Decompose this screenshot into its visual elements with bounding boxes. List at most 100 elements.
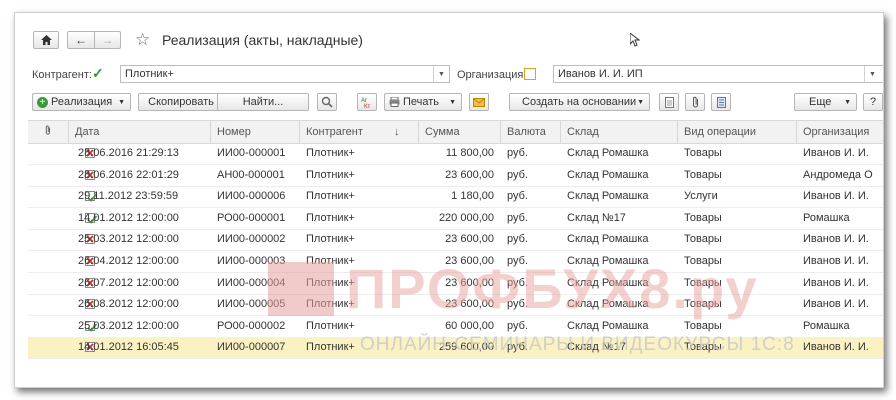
cell-sum: 23 600,00 bbox=[445, 298, 494, 311]
table-row[interactable]: 26.07.2012 12:00:00 ИИ00-000004 Плотник+ 23… bbox=[28, 273, 883, 295]
chevron-down-icon[interactable]: ▼ bbox=[433, 66, 449, 82]
report-button[interactable] bbox=[659, 93, 679, 111]
cell-org: Иванов И. И. bbox=[803, 255, 869, 267]
table-row[interactable]: 28.06.2016 22:01:29 АН00-000001 Плотник+ 23… bbox=[28, 165, 883, 187]
organization-label: Организация: bbox=[457, 69, 527, 81]
chevron-down-icon[interactable]: ▼ bbox=[864, 66, 880, 82]
print-button[interactable]: Печать ▼ bbox=[384, 93, 462, 111]
svg-text:Кт: Кт bbox=[364, 104, 370, 109]
realization-button[interactable]: + Реализация ▼ bbox=[32, 93, 131, 111]
table-row[interactable]: 26.04.2012 12:00:00 ИИ00-000003 Плотник+ 23… bbox=[28, 251, 883, 273]
column-header-warehouse[interactable]: Склад bbox=[560, 121, 677, 143]
counterparty-value: Плотник+ bbox=[125, 68, 174, 80]
cell-date: 26.07.2012 12:00:00 bbox=[78, 276, 179, 289]
cancel-search-button[interactable] bbox=[317, 93, 337, 111]
find-button[interactable]: Найти... bbox=[217, 93, 309, 111]
column-header-sum[interactable]: Сумма bbox=[418, 121, 500, 143]
cell-number: ИИ00-000001 bbox=[217, 147, 286, 159]
create-based-button[interactable]: Создать на основании ▼ bbox=[509, 93, 650, 111]
cell-org: Иванов И. И. bbox=[803, 298, 869, 311]
table-row[interactable]: 25.03.2012 12:00:00 ИИ00-000002 Плотник+ 23… bbox=[28, 229, 883, 252]
cell-currency: руб. bbox=[507, 233, 528, 246]
more-button[interactable]: Еще ▼ bbox=[794, 93, 857, 111]
create-based-label: Создать на основании bbox=[522, 96, 637, 108]
cell-operation: Товары bbox=[684, 147, 722, 159]
table-row[interactable]: 29.11.2012 23:59:59 ИИ00-000006 Плотник+ 1 … bbox=[28, 186, 883, 209]
cell-org: Иванов И. И. bbox=[803, 147, 869, 159]
cell-sum: 23 600,00 bbox=[445, 233, 494, 246]
table-row[interactable]: 26.08.2012 12:00:00 ИИ00-000005 Плотник+ 23… bbox=[28, 294, 883, 317]
column-header-organization[interactable]: Организация bbox=[796, 121, 883, 143]
cell-operation: Товары bbox=[684, 298, 722, 311]
cell-operation: Товары bbox=[684, 211, 722, 224]
cell-warehouse: Склад Ромашка bbox=[567, 319, 649, 332]
sort-indicator: ↓ bbox=[394, 126, 400, 138]
back-button[interactable]: ← bbox=[67, 31, 94, 49]
column-header-operation[interactable]: Вид операции bbox=[677, 121, 796, 143]
list-icon bbox=[716, 96, 726, 108]
cell-warehouse: Склад №17 bbox=[567, 211, 626, 224]
organization-field[interactable]: Иванов И. И. ИП ▼ bbox=[553, 65, 883, 83]
document-list-window: ← → ☆ Реализация (акты, накладные) Контр… bbox=[14, 12, 884, 388]
favorite-star-icon[interactable]: ☆ bbox=[135, 30, 150, 50]
cell-currency: руб. bbox=[507, 211, 528, 224]
print-label: Печать bbox=[403, 96, 440, 108]
cell-counterparty: Плотник+ bbox=[306, 298, 355, 311]
cell-date: 26.08.2012 12:00:00 bbox=[78, 298, 179, 311]
forward-button[interactable]: → bbox=[94, 31, 121, 49]
table-row[interactable]: 25.03.2012 12:00:00 РО00-000002 Плотник+ 60… bbox=[28, 316, 883, 338]
column-header-number[interactable]: Номер bbox=[210, 121, 299, 143]
cell-org: Иванов И. И. bbox=[803, 276, 869, 289]
cell-number: ИИ00-000007 bbox=[217, 341, 286, 354]
cell-org: Иванов И. И. bbox=[803, 233, 869, 246]
realization-label: Реализация bbox=[51, 96, 113, 108]
cell-date: 28.06.2016 21:29:13 bbox=[78, 147, 179, 159]
cell-sum: 11 800,00 bbox=[445, 147, 494, 159]
cell-counterparty: Плотник+ bbox=[306, 233, 355, 246]
send-email-button[interactable] bbox=[469, 93, 489, 111]
chevron-down-icon: ▼ bbox=[844, 98, 851, 106]
table-row[interactable]: 14.01.2012 12:00:00 РО00-000001 Плотник+ 22… bbox=[28, 208, 883, 230]
date-sort-button[interactable]: Ar Кт bbox=[357, 93, 377, 111]
help-button[interactable]: ? bbox=[863, 93, 883, 111]
list-button[interactable] bbox=[711, 93, 731, 111]
search-cancel-icon bbox=[321, 96, 333, 108]
cell-date: 29.11.2012 23:59:59 bbox=[78, 190, 179, 203]
copy-button[interactable]: Скопировать bbox=[138, 93, 224, 111]
envelope-icon bbox=[473, 97, 485, 107]
cell-warehouse: Склад №17 bbox=[567, 341, 626, 354]
cell-warehouse: Склад Ромашка bbox=[567, 190, 649, 203]
cell-org: Иванов И. И. bbox=[803, 190, 869, 203]
column-header-counterparty-label: Контрагент bbox=[306, 126, 363, 138]
organization-checkbox[interactable] bbox=[524, 68, 536, 80]
counterparty-label: Контрагент: bbox=[32, 69, 92, 81]
counterparty-field[interactable]: Плотник+ ▼ bbox=[120, 65, 450, 83]
cell-counterparty: Плотник+ bbox=[306, 341, 355, 354]
title-bar: ← → ☆ Реализация (акты, накладные) bbox=[15, 13, 883, 57]
chevron-down-icon: ▼ bbox=[449, 98, 456, 106]
cell-currency: руб. bbox=[507, 298, 528, 311]
home-button[interactable] bbox=[33, 31, 59, 49]
cell-date: 25.03.2012 12:00:00 bbox=[78, 319, 179, 332]
cell-operation: Товары bbox=[684, 276, 722, 289]
column-header-currency[interactable]: Валюта bbox=[500, 121, 560, 143]
arrow-right-icon: → bbox=[101, 33, 114, 47]
table-row[interactable]: 14.01.2012 16:05:45 ИИ00-000007 Плотник+ 25… bbox=[28, 337, 883, 360]
cell-operation: Товары bbox=[684, 319, 722, 332]
page-title: Реализация (акты, накладные) bbox=[162, 32, 363, 48]
home-icon bbox=[40, 35, 52, 45]
cell-sum: 1 180,00 bbox=[451, 190, 494, 203]
cell-number: РО00-000002 bbox=[217, 319, 286, 332]
table-header: Дата Номер Контрагент ↓ Сумма Валюта Скл… bbox=[28, 121, 883, 144]
column-header-counterparty[interactable]: Контрагент ↓ bbox=[299, 121, 418, 143]
cell-currency: руб. bbox=[507, 168, 528, 181]
cell-operation: Товары bbox=[684, 168, 722, 181]
add-icon: + bbox=[37, 96, 48, 108]
table-row[interactable]: 28.06.2016 21:29:13 ИИ00-000001 Плотник+ 11… bbox=[28, 143, 883, 165]
attachment-column-header[interactable] bbox=[28, 121, 68, 143]
column-header-date[interactable]: Дата bbox=[68, 121, 210, 143]
attach-file-button[interactable] bbox=[685, 93, 705, 111]
cell-number: ИИ00-000006 bbox=[217, 190, 286, 203]
cell-counterparty: Плотник+ bbox=[306, 211, 355, 224]
counterparty-checkbox-icon[interactable]: ✓ bbox=[92, 65, 104, 82]
